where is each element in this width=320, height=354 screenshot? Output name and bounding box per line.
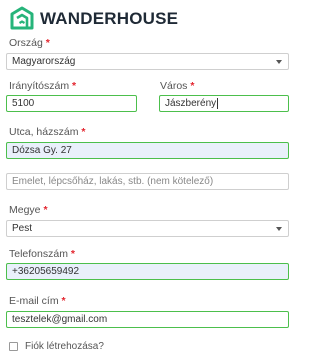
create-account-row[interactable]: Fiók létrehozása?: [9, 341, 104, 352]
house-logo-icon: [10, 6, 34, 30]
brand-logo[interactable]: WANDERHOUSE: [9, 6, 178, 32]
county-select-value: Pest: [12, 223, 33, 234]
address2-input[interactable]: Emelet, lépcsőház, lakás, stb. (nem köte…: [6, 173, 289, 190]
country-select[interactable]: Magyarország: [6, 53, 289, 70]
city-label-text: Város: [160, 80, 188, 92]
email-label: E-mail cím *: [9, 295, 66, 307]
phone-input-value: +36205659492: [12, 266, 80, 277]
required-marker: *: [43, 204, 48, 216]
phone-label: Telefonszám *: [9, 248, 75, 260]
country-label-text: Ország: [9, 37, 43, 49]
city-input[interactable]: Jászberény: [159, 95, 289, 112]
zip-label: Irányítószám *: [9, 80, 76, 92]
chevron-down-icon: [276, 227, 282, 231]
required-marker: *: [45, 37, 50, 49]
required-marker: *: [72, 80, 77, 92]
zip-input[interactable]: 5100: [6, 95, 137, 112]
street-label: Utca, házszám *: [9, 126, 85, 138]
required-marker: *: [81, 126, 86, 138]
street-input-value: Dózsa Gy. 27: [12, 145, 72, 156]
county-label: Megye *: [9, 204, 48, 216]
email-label-text: E-mail cím: [9, 295, 59, 307]
chevron-down-icon: [276, 60, 282, 64]
phone-label-text: Telefonszám: [9, 248, 68, 260]
create-account-checkbox[interactable]: [9, 342, 18, 351]
text-cursor: [217, 98, 219, 109]
required-marker: *: [190, 80, 195, 92]
create-account-label: Fiók létrehozása?: [25, 341, 104, 352]
country-label: Ország *: [9, 37, 50, 49]
required-marker: *: [70, 248, 75, 260]
street-label-text: Utca, házszám: [9, 126, 79, 138]
zip-input-value: 5100: [12, 98, 35, 109]
email-input-value: tesztelek@gmail.com: [12, 314, 108, 325]
street-input[interactable]: Dózsa Gy. 27: [6, 142, 289, 159]
required-marker: *: [61, 295, 66, 307]
county-label-text: Megye: [9, 204, 41, 216]
email-input[interactable]: tesztelek@gmail.com: [6, 311, 289, 328]
county-select[interactable]: Pest: [6, 220, 289, 237]
zip-label-text: Irányítószám: [9, 80, 70, 92]
country-select-value: Magyarország: [12, 56, 76, 67]
city-label: Város *: [160, 80, 194, 92]
phone-input[interactable]: +36205659492: [6, 263, 289, 280]
city-input-value: Jászberény: [165, 98, 217, 109]
address2-placeholder: Emelet, lépcsőház, lakás, stb. (nem köte…: [12, 176, 214, 187]
brand-name: WANDERHOUSE: [40, 9, 179, 28]
